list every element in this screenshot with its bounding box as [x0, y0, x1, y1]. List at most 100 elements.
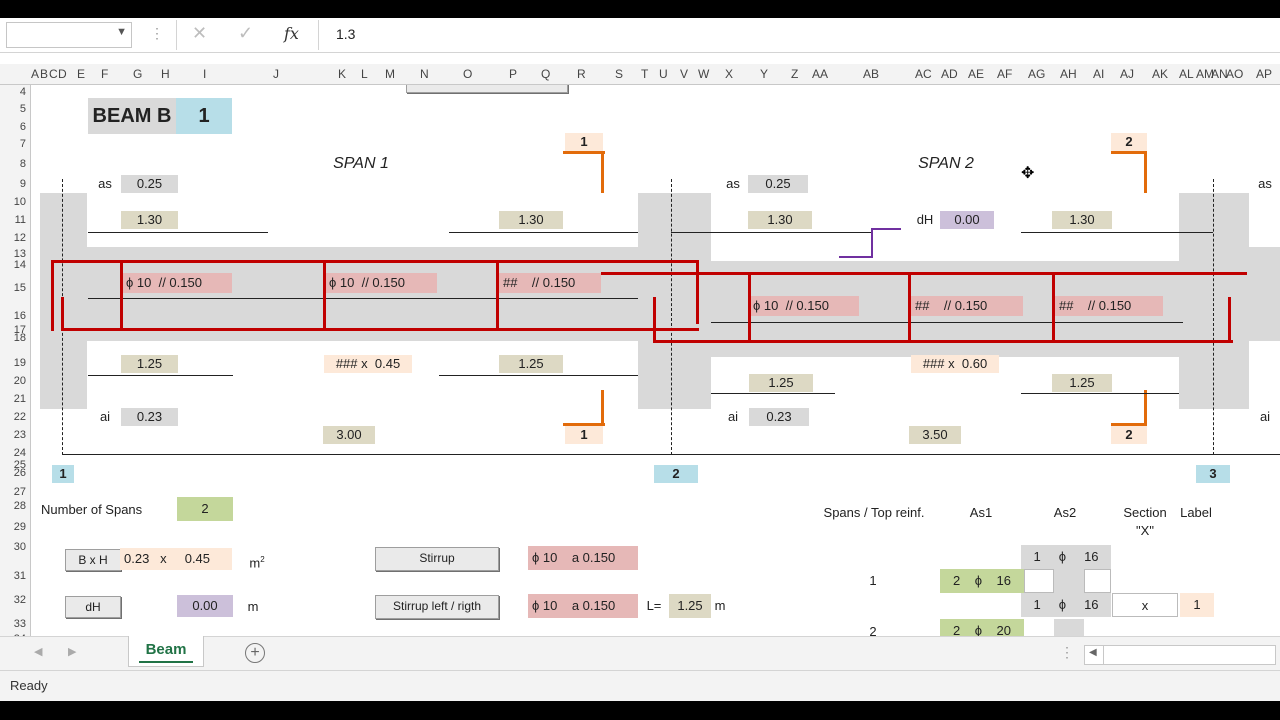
col-header[interactable]: J — [273, 67, 279, 81]
stirrup-left-right-spec[interactable]: ϕ 10 a 0.150 — [528, 594, 638, 618]
top-right-length[interactable]: 1.30 — [1052, 211, 1112, 229]
row-header[interactable]: 22 — [0, 411, 26, 423]
col-header[interactable]: L — [361, 67, 368, 81]
col-header[interactable]: O — [463, 67, 472, 81]
stirrup-middle[interactable]: ## // 0.150 — [911, 296, 1023, 316]
col-header[interactable]: X — [725, 67, 733, 81]
row-header[interactable]: 14 — [0, 259, 26, 271]
stirrup-button[interactable]: Stirrup — [375, 547, 499, 571]
col-header[interactable]: Y — [760, 67, 768, 81]
dh-value[interactable]: 0.00 — [940, 211, 994, 229]
row-header[interactable]: 8 — [0, 158, 26, 170]
col-header[interactable]: AI — [1093, 67, 1104, 81]
row-header[interactable]: 20 — [0, 375, 26, 387]
row-header[interactable]: 12 — [0, 232, 26, 244]
col-header[interactable]: AL — [1179, 67, 1194, 81]
top-left-length[interactable]: 1.30 — [121, 211, 178, 229]
top-left-length[interactable]: 1.30 — [748, 211, 812, 229]
dh-button[interactable]: dH — [65, 596, 121, 618]
col-header[interactable]: AJ — [1120, 67, 1134, 81]
chevron-down-icon[interactable]: ▼ — [116, 26, 127, 38]
row-header[interactable]: 15 — [0, 282, 26, 294]
col-header[interactable]: Q — [541, 67, 550, 81]
insert-function-icon[interactable]: fx — [284, 24, 299, 43]
col-header[interactable]: AF — [997, 67, 1012, 81]
tab-beam[interactable]: Beam — [128, 636, 204, 667]
span-2-length[interactable]: 3.50 — [909, 426, 961, 444]
scroll-left-icon[interactable]: ◀ — [34, 645, 42, 658]
col-header[interactable]: N — [420, 67, 429, 81]
row-header[interactable]: 28 — [0, 500, 26, 512]
bxh-values[interactable]: 0.23 x 0.45 — [120, 548, 232, 570]
row-header[interactable]: 31 — [0, 570, 26, 582]
dh-input[interactable]: 0.00 — [177, 595, 233, 617]
scroll-right-icon[interactable]: ▶ — [68, 645, 76, 658]
col-header[interactable]: H — [161, 67, 170, 81]
span-1-length[interactable]: 3.00 — [323, 426, 375, 444]
col-header[interactable]: AD — [941, 67, 958, 81]
row-header[interactable]: 24 — [0, 447, 26, 459]
as-value[interactable]: 0.25 — [748, 175, 808, 193]
stirrup-left-right-button[interactable]: Stirrup left / rigth — [375, 595, 499, 619]
hidden-button[interactable] — [406, 85, 568, 93]
row-header[interactable]: 9 — [0, 178, 26, 190]
col-header[interactable]: A — [31, 67, 39, 81]
col-header[interactable]: AG — [1028, 67, 1045, 81]
bottom-bars-depth[interactable]: ### x 0.60 — [911, 355, 999, 373]
col-header[interactable]: AA — [812, 67, 828, 81]
row-header[interactable]: 33 — [0, 618, 26, 630]
row-header[interactable]: 32 — [0, 594, 26, 606]
col-header[interactable]: E — [77, 67, 85, 81]
col-header[interactable]: P — [509, 67, 517, 81]
ai-value[interactable]: 0.23 — [749, 408, 809, 426]
formula-input[interactable]: 1.3 — [336, 26, 355, 42]
stirrup-right[interactable]: ## // 0.150 — [1055, 296, 1163, 316]
col-header[interactable]: B — [40, 67, 48, 81]
row-header[interactable]: 26 — [0, 467, 26, 479]
beam-number[interactable]: 1 — [176, 98, 232, 134]
col-header[interactable]: AO — [1226, 67, 1243, 81]
col-header[interactable]: U — [659, 67, 668, 81]
row-header[interactable]: 4 — [0, 86, 26, 98]
row-header[interactable]: 23 — [0, 429, 26, 441]
stirrup-middle[interactable]: ϕ 10 // 0.150 — [325, 273, 437, 293]
bottom-left-length[interactable]: 1.25 — [121, 355, 178, 373]
row-header[interactable]: 18 — [0, 332, 26, 344]
row-header[interactable]: 27 — [0, 486, 26, 498]
as1-row-1[interactable]: 2 ϕ 16 — [940, 569, 1024, 593]
row-header[interactable]: 30 — [0, 541, 26, 553]
label-input[interactable]: 1 — [1180, 593, 1214, 617]
col-header[interactable]: F — [101, 67, 108, 81]
col-header[interactable]: I — [203, 67, 206, 81]
length-value[interactable]: 1.25 — [669, 594, 711, 618]
bottom-left-length[interactable]: 1.25 — [749, 374, 813, 392]
row-header[interactable]: 7 — [0, 138, 26, 150]
row-header[interactable]: 16 — [0, 310, 26, 322]
bottom-right-length[interactable]: 1.25 — [499, 355, 563, 373]
col-header[interactable]: AH — [1060, 67, 1077, 81]
enter-icon[interactable]: ✓ — [238, 23, 253, 44]
col-header[interactable]: K — [338, 67, 346, 81]
col-header[interactable]: D — [58, 67, 67, 81]
stirrup-left[interactable]: ϕ 10 // 0.150 — [122, 273, 232, 293]
bxh-button[interactable]: B x H — [65, 549, 121, 571]
col-header[interactable]: AP — [1256, 67, 1272, 81]
row-header[interactable]: 10 — [0, 196, 26, 208]
col-header[interactable]: C — [49, 67, 58, 81]
bottom-right-length[interactable]: 1.25 — [1052, 374, 1112, 392]
add-sheet-icon[interactable]: + — [245, 643, 265, 663]
col-header[interactable]: AB — [863, 67, 879, 81]
col-header[interactable]: V — [680, 67, 688, 81]
col-header[interactable]: Z — [791, 67, 798, 81]
stirrup-left[interactable]: ϕ 10 // 0.150 — [749, 296, 859, 316]
stirrup-spec[interactable]: ϕ 10 a 0.150 — [528, 546, 638, 570]
scroll-left-icon[interactable]: ◀ — [1089, 647, 1097, 658]
col-header[interactable]: S — [615, 67, 623, 81]
col-header[interactable]: G — [133, 67, 142, 81]
row-header[interactable]: 11 — [0, 214, 26, 226]
col-header[interactable]: AK — [1152, 67, 1168, 81]
num-spans-value[interactable]: 2 — [177, 497, 233, 521]
section-x-input[interactable]: x — [1112, 593, 1178, 617]
row-header[interactable]: 21 — [0, 393, 26, 405]
as1-row-1-extra[interactable] — [1024, 569, 1054, 593]
